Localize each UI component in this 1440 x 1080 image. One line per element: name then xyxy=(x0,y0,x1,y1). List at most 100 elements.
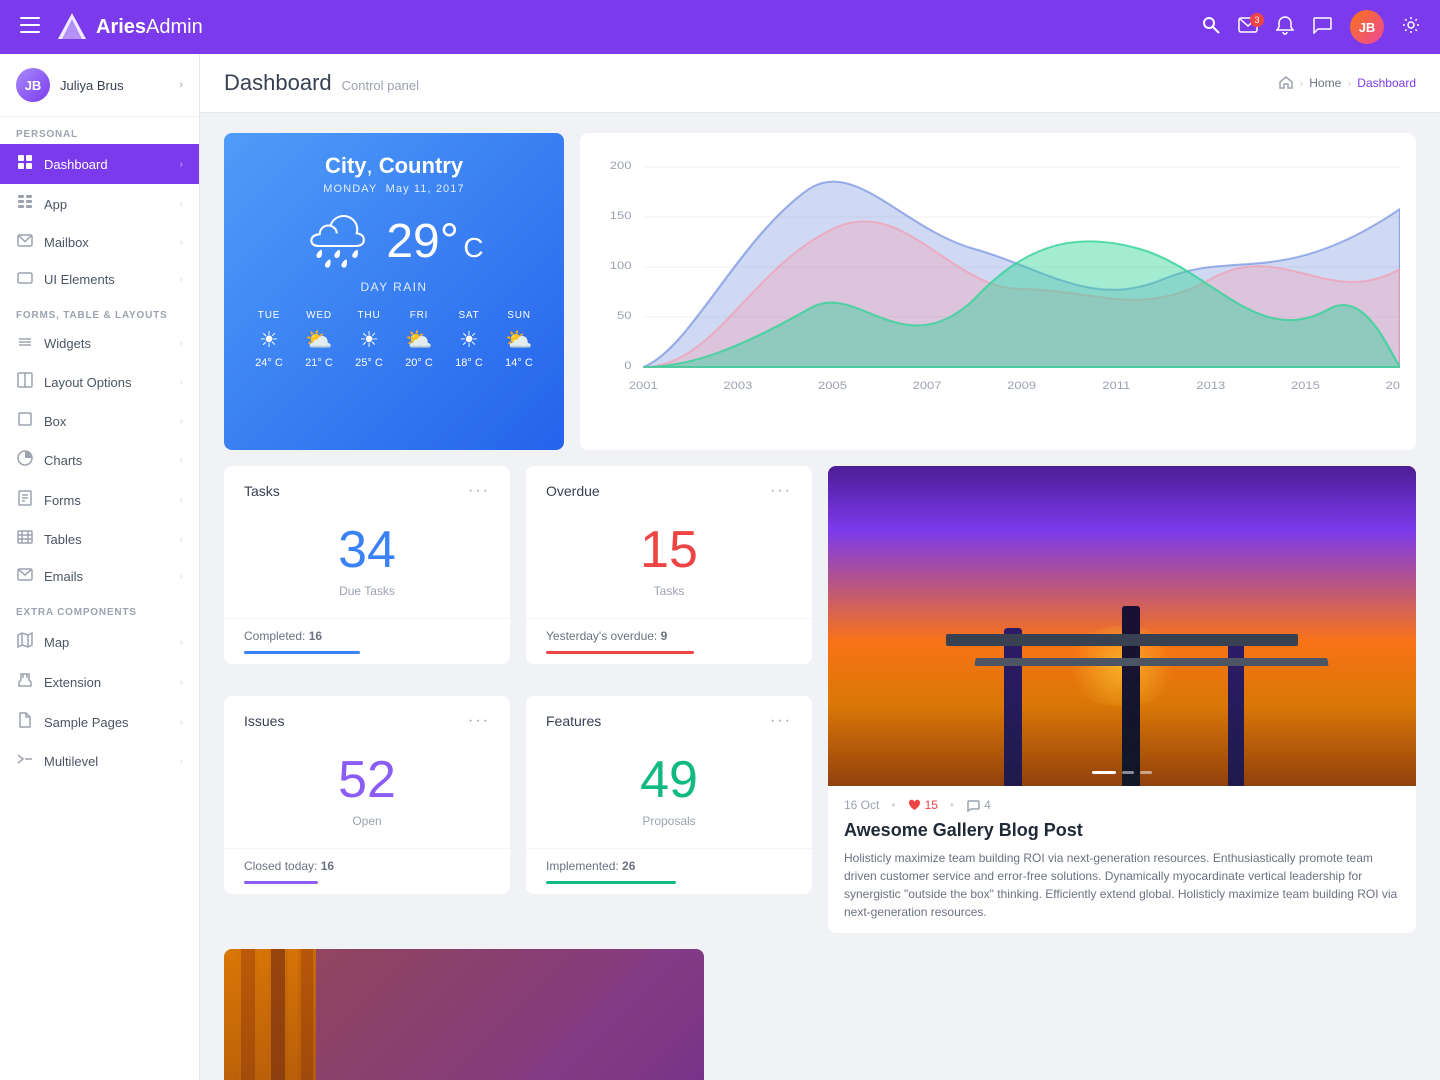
features-card-top: Features ··· 49 Proposals xyxy=(526,696,812,848)
sidebar-item-ui-elements[interactable]: UI Elements › xyxy=(0,261,199,298)
sidebar-item-tables[interactable]: Tables › xyxy=(0,520,199,558)
issues-card-top: Issues ··· 52 Open xyxy=(224,696,510,848)
weather-day-fri: FRI ⛅ 20° C xyxy=(405,310,433,369)
box-icon xyxy=(16,412,34,430)
tasks-progress xyxy=(244,651,360,654)
tasks-card-top: Tasks ··· 34 Due Tasks xyxy=(224,466,510,618)
blog-post-card: 16 Oct • 15 • 4 Awesome Gallery Blog Pos… xyxy=(828,466,1416,933)
sidebar-item-label: Map xyxy=(44,635,170,650)
sidebar-item-mailbox[interactable]: Mailbox › xyxy=(0,224,199,261)
issues-title: Issues xyxy=(244,713,284,729)
sidebar-item-charts[interactable]: Charts › xyxy=(0,440,199,480)
sidebar-item-label: App xyxy=(44,197,170,212)
svg-text:2009: 2009 xyxy=(1007,379,1036,392)
stats-row-1: Tasks ··· 34 Due Tasks Completed: 16 xyxy=(224,466,812,664)
sidebar-item-app[interactable]: App › xyxy=(0,184,199,224)
mail-icon[interactable]: 3 xyxy=(1238,17,1258,38)
overdue-menu[interactable]: ··· xyxy=(770,482,792,500)
svg-text:50: 50 xyxy=(617,309,632,322)
topnav: AriesAdmin 3 xyxy=(0,0,1440,54)
weather-condition: DAY RAIN xyxy=(244,280,544,294)
slide-dot-3[interactable] xyxy=(1140,771,1152,774)
sidebar-item-emails[interactable]: Emails › xyxy=(0,558,199,595)
top-row: City, Country MONDAY May 11, 2017 🌧 29° … xyxy=(224,133,1416,450)
features-title: Features xyxy=(546,713,601,729)
sidebar-item-arrow: › xyxy=(180,455,183,466)
features-menu[interactable]: ··· xyxy=(770,712,792,730)
overdue-label: Tasks xyxy=(546,584,792,598)
sidebar-user[interactable]: JB Juliya Brus › xyxy=(0,54,199,117)
sidebar-item-forms[interactable]: Forms › xyxy=(0,480,199,520)
issues-card-header: Issues ··· xyxy=(244,712,490,730)
chat-icon[interactable] xyxy=(1312,16,1332,39)
features-number: 49 xyxy=(546,742,792,814)
tables-icon xyxy=(16,530,34,548)
sidebar-section-extra: EXTRA COMPONENTS xyxy=(0,595,199,622)
features-bottom: Implemented: 26 xyxy=(526,848,812,894)
logo[interactable]: AriesAdmin xyxy=(56,11,203,43)
issues-closed: 16 xyxy=(321,859,334,873)
breadcrumb-home[interactable]: Home xyxy=(1309,76,1341,90)
sidebar-item-extension[interactable]: Extension › xyxy=(0,662,199,702)
svg-text:200: 200 xyxy=(610,159,632,172)
page-title: Dashboard xyxy=(224,70,332,96)
bottom-card-image: ♥ xyxy=(224,949,704,1080)
home-icon xyxy=(1279,75,1293,92)
sidebar-item-arrow: › xyxy=(180,571,183,582)
breadcrumb-current: Dashboard xyxy=(1357,76,1416,90)
weather-day-thu: THU ☀ 25° C xyxy=(355,310,383,369)
tasks-title: Tasks xyxy=(244,483,280,499)
sidebar-item-label: Widgets xyxy=(44,336,170,351)
features-label: Proposals xyxy=(546,814,792,828)
sidebar-item-arrow: › xyxy=(180,534,183,545)
dashboard-icon xyxy=(16,154,34,174)
sidebar-item-layout-options[interactable]: Layout Options › xyxy=(0,362,199,402)
sidebar-item-map[interactable]: Map › xyxy=(0,622,199,662)
sidebar-item-dashboard[interactable]: Dashboard › xyxy=(0,144,199,184)
sidebar-item-arrow: › xyxy=(180,338,183,349)
weather-unit: C xyxy=(463,232,483,263)
emails-icon xyxy=(16,568,34,585)
breadcrumb-separator2: › xyxy=(1347,76,1351,90)
sidebar-item-box[interactable]: Box › xyxy=(0,402,199,440)
hamburger-button[interactable] xyxy=(20,17,40,38)
sidebar-item-arrow: › xyxy=(180,495,183,506)
logo-icon xyxy=(56,11,88,43)
sidebar-item-sample-pages[interactable]: Sample Pages › xyxy=(0,702,199,742)
user-avatar[interactable]: JB xyxy=(1350,10,1384,44)
svg-text:2013: 2013 xyxy=(1196,379,1225,392)
slide-dot-2[interactable] xyxy=(1122,771,1134,774)
sidebar-item-multilevel[interactable]: Multilevel › xyxy=(0,742,199,780)
breadcrumb: › Home › Dashboard xyxy=(1279,75,1416,92)
sidebar: JB Juliya Brus › PERSONAL Dashboard › xyxy=(0,54,200,1080)
topnav-left: AriesAdmin xyxy=(20,11,203,43)
sidebar-user-expand: › xyxy=(179,79,183,91)
issues-menu[interactable]: ··· xyxy=(468,712,490,730)
area-chart: 200 150 100 50 0 xyxy=(596,149,1400,429)
tasks-menu[interactable]: ··· xyxy=(468,482,490,500)
sidebar-item-arrow: › xyxy=(180,717,183,728)
dashboard-content: City, Country MONDAY May 11, 2017 🌧 29° … xyxy=(200,113,1440,1080)
blog-comments: 4 xyxy=(966,798,991,812)
sidebar-item-label: Extension xyxy=(44,675,170,690)
issues-number: 52 xyxy=(244,742,490,814)
slide-dot-1[interactable] xyxy=(1092,771,1116,774)
app-icon xyxy=(16,194,34,214)
blog-post-meta: 16 Oct • 15 • 4 xyxy=(828,786,1416,820)
sidebar-section-forms: FORMS, TABLE & LAYOUTS xyxy=(0,298,199,325)
widgets-icon xyxy=(16,335,34,352)
stats-column: Tasks ··· 34 Due Tasks Completed: 16 xyxy=(224,466,812,933)
search-icon[interactable] xyxy=(1202,16,1220,39)
svg-text:2017: 2017 xyxy=(1386,379,1400,392)
gear-icon[interactable] xyxy=(1402,16,1420,39)
sidebar-user-avatar: JB xyxy=(16,68,50,102)
blog-date: 16 Oct xyxy=(844,798,879,812)
sidebar-item-arrow: › xyxy=(180,274,183,285)
sidebar-item-widgets[interactable]: Widgets › xyxy=(0,325,199,362)
stats-row-2: Issues ··· 52 Open Closed today: 16 xyxy=(224,696,812,894)
sidebar-item-label: UI Elements xyxy=(44,272,170,287)
page-header: Dashboard Control panel › Home › Dashboa… xyxy=(200,54,1440,113)
map-icon xyxy=(16,632,34,652)
bell-icon[interactable] xyxy=(1276,15,1294,40)
bottom-card: ♥ xyxy=(224,949,704,1080)
